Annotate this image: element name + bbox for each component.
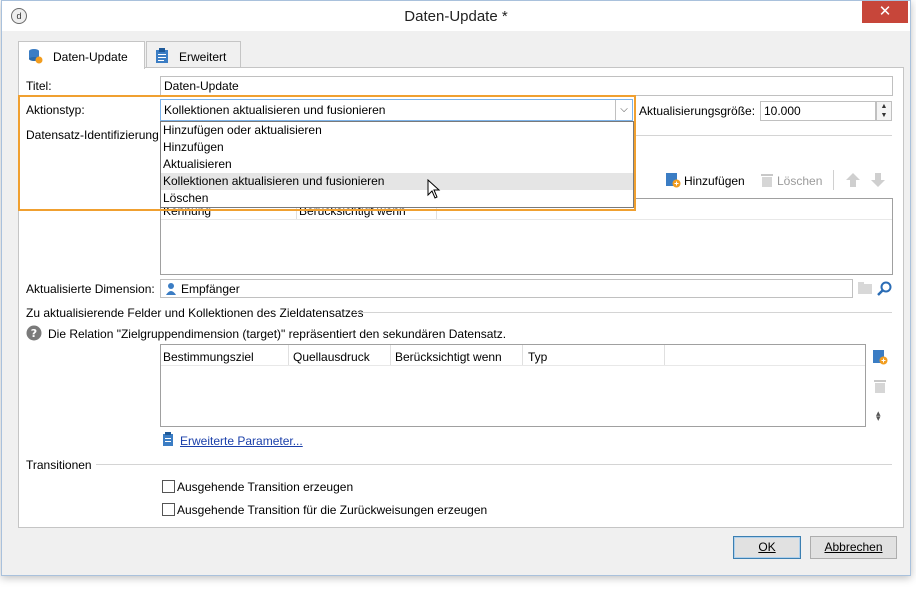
column-separator <box>288 345 289 365</box>
dropdown-option[interactable]: Hinzufügen oder aktualisieren <box>161 122 633 139</box>
grid-header-divider <box>161 219 892 220</box>
spin-up-icon[interactable]: ▲ <box>877 102 891 111</box>
advanced-parameters-link[interactable]: Erweiterte Parameter... <box>180 434 303 448</box>
tab-erweitert[interactable]: Erweitert <box>146 41 241 68</box>
add-icon <box>665 172 681 191</box>
delete-key-label: Löschen <box>777 174 823 188</box>
dropdown-option[interactable]: Hinzufügen <box>161 139 633 156</box>
outgoing-transition-label: Ausgehende Transition erzeugen <box>177 480 354 494</box>
action-type-dropdown-list[interactable]: Hinzufügen oder aktualisieren Hinzufügen… <box>160 121 634 208</box>
title-bar: d Daten-Update * ✕ <box>2 1 910 31</box>
column-header-type[interactable]: Typ <box>528 350 547 364</box>
dropdown-option-hovered[interactable]: Kollektionen aktualisieren und fusionier… <box>161 173 633 190</box>
delete-key-button[interactable]: Löschen <box>760 172 822 191</box>
add-field-icon[interactable] <box>872 349 888 368</box>
help-icon: ? <box>26 325 42 344</box>
dropdown-option[interactable]: Aktualisieren <box>161 156 633 173</box>
section-divider <box>96 464 892 465</box>
toolbar-separator <box>833 170 834 190</box>
column-separator <box>390 345 391 365</box>
column-header-condition[interactable]: Berücksichtigt wenn <box>395 350 502 364</box>
dimension-field[interactable]: Empfänger <box>160 279 853 298</box>
grid-header-divider <box>161 365 865 366</box>
chevron-down-icon[interactable]: ⌵ <box>615 100 632 120</box>
action-type-select[interactable]: Kollektionen aktualisieren und fusionier… <box>160 99 633 121</box>
title-input[interactable]: Daten-Update <box>160 76 893 96</box>
tab-label: Daten-Update <box>53 50 128 64</box>
keys-grid[interactable]: Kennung Berücksichtigt wenn <box>160 198 893 275</box>
move-down-icon[interactable] <box>870 172 886 191</box>
move-field-arrows-icon[interactable]: ▴ ▾ <box>876 409 881 423</box>
dimension-value: Empfänger <box>181 282 240 296</box>
section-divider <box>356 312 892 313</box>
mouse-cursor-icon <box>427 178 441 202</box>
record-identification-label: Datensatz-Identifizierung <box>26 128 159 142</box>
spin-down-icon[interactable]: ▼ <box>877 111 891 120</box>
cancel-button[interactable]: Abbrechen <box>810 536 897 559</box>
dropdown-option[interactable]: Löschen <box>161 190 633 207</box>
search-icon[interactable] <box>877 281 892 299</box>
column-separator <box>664 345 665 365</box>
close-button[interactable]: ✕ <box>862 1 908 23</box>
cancel-label: Abbrechen <box>824 540 883 554</box>
clipboard-icon <box>162 432 174 450</box>
fields-grid[interactable]: Bestimmungsziel Quellausdruck Berücksich… <box>160 344 866 427</box>
title-label: Titel: <box>26 79 52 93</box>
add-key-button[interactable]: Hinzufügen <box>665 172 745 191</box>
fields-section-title: Zu aktualisierende Felder und Kollektion… <box>26 306 364 320</box>
rejects-transition-checkbox[interactable] <box>162 503 175 516</box>
action-type-label: Aktionstyp: <box>26 103 85 117</box>
database-update-icon <box>27 48 43 67</box>
window-title: Daten-Update * <box>404 8 508 25</box>
svg-text:?: ? <box>31 327 37 340</box>
add-key-label: Hinzufügen <box>684 174 745 188</box>
outgoing-transition-checkbox[interactable] <box>162 480 175 493</box>
batch-size-label: Aktualisierungsgröße: <box>639 104 756 118</box>
ok-label: OK <box>758 540 776 554</box>
tab-daten-update[interactable]: Daten-Update <box>18 41 145 69</box>
action-type-value: Kollektionen aktualisieren und fusionier… <box>164 103 386 117</box>
tab-label: Erweitert <box>179 50 227 64</box>
trash-icon[interactable] <box>873 378 887 397</box>
ok-button[interactable]: OK <box>733 536 801 559</box>
section-divider <box>634 135 892 136</box>
column-header-source[interactable]: Quellausdruck <box>293 350 370 364</box>
transitions-title: Transitionen <box>26 458 92 472</box>
batch-size-input[interactable]: 10.000 <box>760 101 876 121</box>
folder-icon[interactable] <box>857 281 873 298</box>
column-header-target[interactable]: Bestimmungsziel <box>163 350 254 364</box>
person-icon <box>165 282 177 297</box>
trash-icon <box>760 172 774 191</box>
info-text: Die Relation "Zielgruppendimension (targ… <box>48 327 507 341</box>
rejects-transition-label: Ausgehende Transition für die Zurückweis… <box>177 503 488 517</box>
clipboard-icon <box>155 48 169 67</box>
batch-size-stepper[interactable]: ▲ ▼ <box>876 101 892 121</box>
dimension-label: Aktualisierte Dimension: <box>26 282 155 296</box>
column-separator <box>522 345 523 365</box>
move-up-icon[interactable] <box>845 172 861 191</box>
